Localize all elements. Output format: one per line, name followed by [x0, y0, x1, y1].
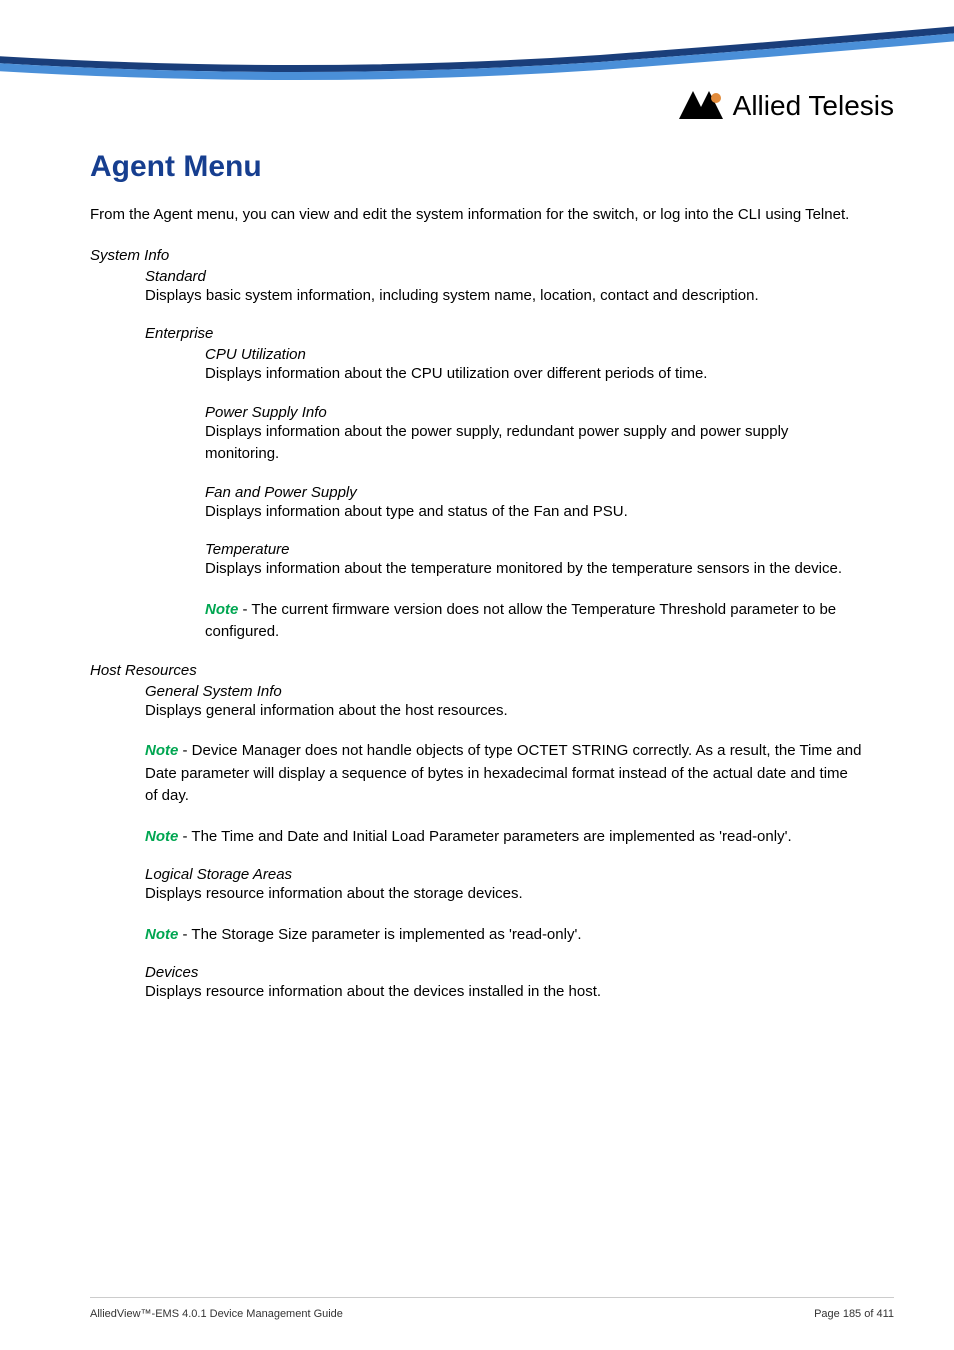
standard-title: Standard [145, 268, 864, 285]
cpu-util-text: Displays information about the CPU utili… [205, 363, 864, 386]
temperature-note: Note - The current firmware version does… [205, 599, 864, 644]
system-info-heading: System Info [90, 247, 864, 264]
logical-storage-section: Logical Storage Areas Displays resource … [145, 866, 864, 946]
note-text: - The Time and Date and Initial Load Par… [178, 828, 791, 845]
cpu-util-title: CPU Utilization [205, 346, 864, 363]
logical-storage-title: Logical Storage Areas [145, 866, 864, 883]
fan-power-title: Fan and Power Supply [205, 484, 864, 501]
footer-right: Page 185 of 411 [814, 1308, 894, 1320]
devices-title: Devices [145, 964, 864, 981]
note-label: Note [145, 828, 178, 845]
note-text: - The current firmware version does not … [205, 601, 836, 641]
general-system-text: Displays general information about the h… [145, 700, 864, 723]
devices-text: Displays resource information about the … [145, 981, 864, 1004]
fan-power-text: Displays information about type and stat… [205, 501, 864, 524]
footer-left: AlliedView™-EMS 4.0.1 Device Management … [90, 1308, 343, 1320]
general-system-title: General System Info [145, 683, 864, 700]
logical-storage-note: Note - The Storage Size parameter is imp… [145, 924, 864, 947]
standard-text: Displays basic system information, inclu… [145, 285, 864, 308]
fan-power-section: Fan and Power Supply Displays informatio… [205, 484, 864, 524]
enterprise-section: Enterprise [145, 325, 864, 342]
page-content: Agent Menu From the Agent menu, you can … [0, 0, 954, 1062]
logo-brand-text: Allied Telesis [733, 90, 894, 122]
temperature-section: Temperature Displays information about t… [205, 541, 864, 644]
general-system-note1: Note - Device Manager does not handle ob… [145, 740, 864, 808]
power-supply-text: Displays information about the power sup… [205, 421, 864, 466]
temperature-title: Temperature [205, 541, 864, 558]
page-footer: AlliedView™-EMS 4.0.1 Device Management … [90, 1297, 894, 1320]
enterprise-title: Enterprise [145, 325, 864, 342]
cpu-util-section: CPU Utilization Displays information abo… [205, 346, 864, 386]
logical-storage-text: Displays resource information about the … [145, 883, 864, 906]
note-label: Note [205, 601, 238, 618]
intro-paragraph: From the Agent menu, you can view and ed… [90, 204, 864, 227]
page-title: Agent Menu [90, 150, 864, 184]
host-resources-heading: Host Resources [90, 662, 864, 679]
note-label: Note [145, 926, 178, 943]
note-text: - Device Manager does not handle objects… [145, 742, 861, 804]
power-supply-section: Power Supply Info Displays information a… [205, 404, 864, 466]
devices-section: Devices Displays resource information ab… [145, 964, 864, 1004]
general-system-note2: Note - The Time and Date and Initial Loa… [145, 826, 864, 849]
temperature-text: Displays information about the temperatu… [205, 558, 864, 581]
standard-section: Standard Displays basic system informati… [145, 268, 864, 308]
note-label: Note [145, 742, 178, 759]
brand-logo: Allied Telesis [679, 90, 894, 122]
note-text: - The Storage Size parameter is implemen… [178, 926, 581, 943]
power-supply-title: Power Supply Info [205, 404, 864, 421]
general-system-section: General System Info Displays general inf… [145, 683, 864, 849]
logo-triangle-icon [679, 91, 725, 121]
